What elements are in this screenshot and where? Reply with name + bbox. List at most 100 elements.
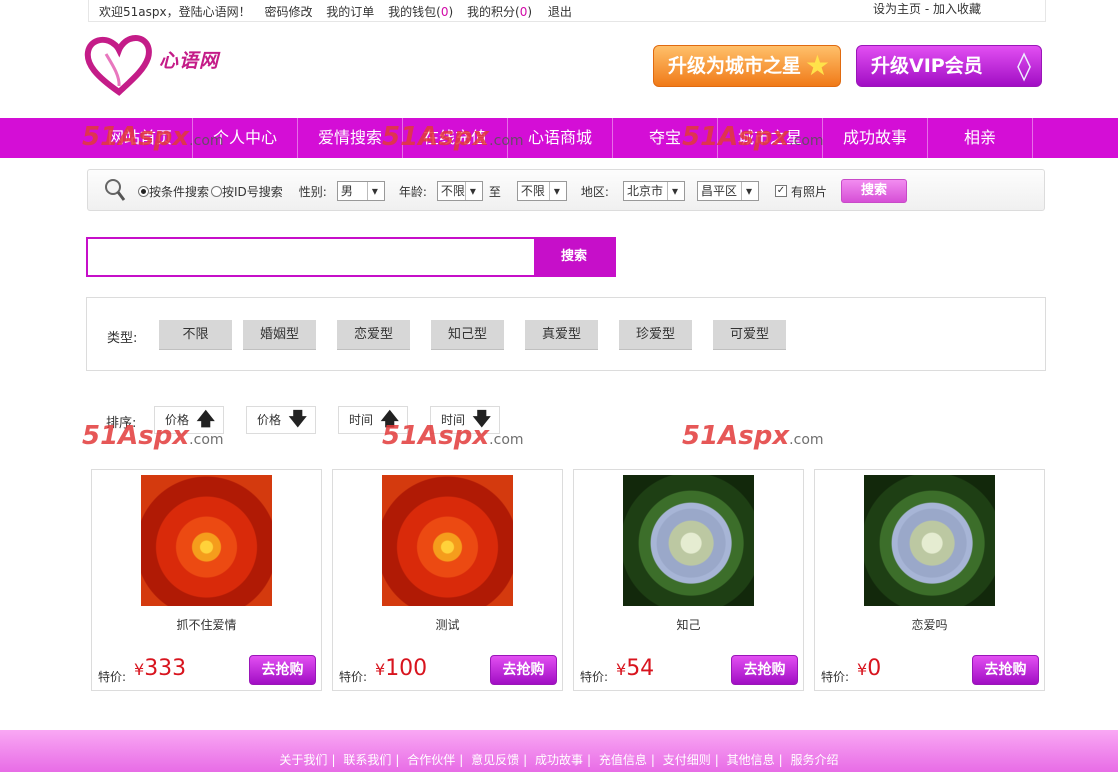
currency-symbol: ¥ (857, 660, 868, 679)
price-value: 100 (385, 656, 428, 681)
product-name[interactable]: 恋爱吗 (815, 616, 1044, 633)
age-to-label: 至 (488, 184, 501, 199)
logo-text: 心语网 (159, 50, 220, 72)
type-option-true-love[interactable]: 真爱型 (525, 320, 598, 350)
radio-id-search-label: 按ID号搜索 (222, 184, 283, 199)
price-value: 333 (144, 656, 187, 681)
footer-link-other-info[interactable]: 其他信息 (727, 753, 775, 767)
buy-button[interactable]: 去抢购 (490, 655, 557, 685)
arrow-down-icon: 🡇 (288, 409, 307, 430)
product-card: 恋爱吗 特价: ¥0 去抢购 (814, 469, 1045, 691)
currency-symbol: ¥ (134, 660, 145, 679)
footer-links: 关于我们 | 联系我们 | 合作伙伴 | 意见反馈 | 成功故事 | 充值信息 | 支付细则… (279, 753, 839, 767)
nav-item-mall[interactable]: 心语商城 (508, 118, 613, 158)
watermark-text: 51Aspx (682, 122, 790, 152)
nav-item-blind-date[interactable]: 相亲 (928, 118, 1033, 158)
heart-logo-icon (84, 35, 152, 96)
watermark-text: 51Aspx (82, 421, 190, 451)
set-homepage-link[interactable]: 设为主页 (873, 2, 921, 16)
radio-id-search[interactable] (211, 185, 223, 197)
footer-link-contact[interactable]: 联系我们 (343, 753, 391, 767)
type-option-confidant[interactable]: 知己型 (431, 320, 504, 350)
watermark-suffix: .com (789, 133, 824, 149)
buy-button[interactable]: 去抢购 (731, 655, 798, 685)
top-bar: 欢迎51aspx，登陆心语网！ 密码修改 我的订单 我的钱包(0) 我的积分(0… (88, 0, 1046, 22)
add-favorite-link[interactable]: 加入收藏 (933, 2, 981, 16)
magnifier-icon (105, 179, 126, 201)
product-card: 测试 特价: ¥100 去抢购 (332, 469, 563, 691)
product-name[interactable]: 知己 (574, 616, 803, 633)
sort-time-asc-label: 时间 (349, 413, 374, 427)
type-option-cute[interactable]: 可爱型 (713, 320, 786, 350)
city-select[interactable]: 北京市 (622, 181, 685, 201)
my-points-label: 我的积分 (466, 5, 515, 19)
footer-link-partners[interactable]: 合作伙伴 (407, 753, 455, 767)
condition-search-bar: 按条件搜索 按ID号搜索 性别: 男 年龄: 不限 至 不限 地区: 北京市 昌… (87, 169, 1045, 211)
watermark: 51Aspx.com (82, 421, 224, 451)
buy-button[interactable]: 去抢购 (249, 655, 316, 685)
top-bar-separator: - (924, 2, 930, 16)
product-image[interactable] (864, 475, 995, 606)
radio-condition-search[interactable] (138, 185, 149, 197)
keyword-search-input[interactable] (88, 239, 534, 275)
upgrade-city-star-label: 升级为城市之星 (668, 55, 802, 77)
footer-link-recharge-info[interactable]: 充值信息 (599, 753, 647, 767)
type-filter-label: 类型: (107, 331, 138, 346)
watermark: 51Aspx.com (382, 122, 524, 152)
sort-price-desc-button[interactable]: 价格 🡇 (246, 406, 316, 434)
product-name[interactable]: 测试 (333, 616, 562, 633)
product-name[interactable]: 抓不住爱情 (92, 616, 321, 633)
currency-symbol: ¥ (616, 660, 627, 679)
my-orders-link[interactable]: 我的订单 (326, 5, 374, 19)
upgrade-city-star-button[interactable]: 升级为城市之星 ★ (653, 45, 841, 87)
has-photo-checkbox[interactable]: ✓ (774, 185, 787, 197)
sort-price-desc-label: 价格 (257, 413, 282, 427)
type-option-cherish[interactable]: 珍爱型 (619, 320, 692, 350)
footer-link-success-stories[interactable]: 成功故事 (535, 753, 583, 767)
keyword-search-button[interactable]: 搜索 (534, 239, 614, 275)
district-select[interactable]: 昌平区 (696, 181, 759, 201)
logout-link[interactable]: 退出 (548, 5, 572, 19)
password-change-link[interactable]: 密码修改 (264, 5, 312, 19)
product-image[interactable] (382, 475, 513, 606)
product-image[interactable] (141, 475, 272, 606)
product-card: 知己 特价: ¥54 去抢购 (573, 469, 804, 691)
my-wallet-link[interactable]: 我的钱包(0) (388, 5, 453, 19)
wallet-count: 0 (440, 5, 449, 19)
age-to-select[interactable]: 不限 (516, 181, 567, 201)
top-bar-right: 设为主页 - 加入收藏 (873, 0, 981, 17)
type-option-marriage[interactable]: 婚姻型 (243, 320, 316, 350)
upgrade-vip-button[interactable]: 升级VIP会员 ◊ (856, 45, 1042, 87)
product-price: ¥0 (857, 656, 881, 681)
city-value: 北京市 (626, 184, 663, 198)
footer-link-feedback[interactable]: 意见反馈 (471, 753, 519, 767)
condition-search-button[interactable]: 搜索 (840, 179, 907, 203)
nav-item-success-stories[interactable]: 成功故事 (823, 118, 928, 158)
watermark-text: 51Aspx (382, 122, 490, 152)
footer-link-services[interactable]: 服务介绍 (791, 753, 839, 767)
type-option-romance[interactable]: 恋爱型 (337, 320, 410, 350)
watermark-text: 51Aspx (682, 421, 790, 451)
age-from-select[interactable]: 不限 (436, 181, 483, 201)
welcome-text: 欢迎51aspx，登陆心语网！ (99, 5, 251, 19)
gender-select[interactable]: 男 (336, 181, 385, 201)
buy-button[interactable]: 去抢购 (972, 655, 1039, 685)
header: 心语网 升级为城市之星 ★ 升级VIP会员 ◊ (0, 22, 1118, 118)
product-image[interactable] (623, 475, 754, 606)
type-option-any[interactable]: 不限 (159, 320, 232, 350)
site-logo[interactable]: 心语网 (84, 34, 264, 96)
watermark-suffix: .com (489, 133, 524, 149)
gender-label: 性别: (298, 184, 327, 199)
my-points-link[interactable]: 我的积分(0) (467, 5, 532, 19)
price-value: 54 (626, 656, 655, 681)
upgrade-vip-label: 升级VIP会员 (871, 55, 983, 77)
diamond-ring-icon: ◊ (1017, 49, 1031, 82)
product-card: 抓不住爱情 特价: ¥333 去抢购 (91, 469, 322, 691)
radio-condition-search-label: 按条件搜索 (149, 184, 210, 199)
watermark-suffix: .com (189, 432, 224, 448)
watermark: 51Aspx.com (382, 421, 524, 451)
footer-link-payment-rules[interactable]: 支付细则 (663, 753, 711, 767)
product-price: ¥333 (134, 656, 186, 681)
my-wallet-label: 我的钱包 (388, 5, 437, 19)
footer-link-about[interactable]: 关于我们 (279, 753, 327, 767)
